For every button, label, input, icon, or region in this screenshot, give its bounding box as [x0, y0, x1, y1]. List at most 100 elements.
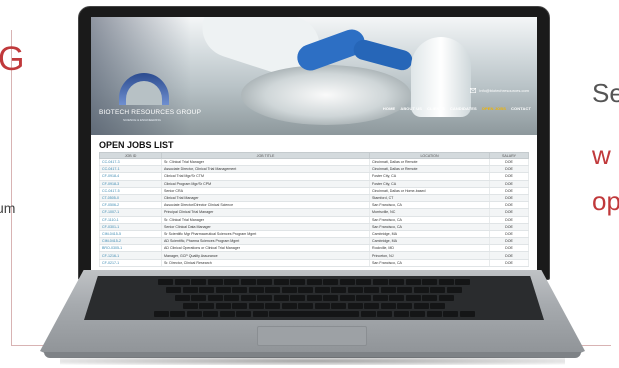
table-row[interactable]: CT-0505-0 Clinical Trial Manager Stamford,…: [99, 194, 529, 203]
table-row[interactable]: CF-0918-4 Clinical Trial Mgr/Sr CTM Foster…: [99, 172, 529, 181]
keyboard-key: [174, 295, 190, 301]
job-id-cell[interactable]: CF-0301-1: [99, 223, 162, 231]
nav-about[interactable]: ABOUT US: [400, 106, 422, 111]
location-cell: Cambridge, MA: [369, 230, 490, 239]
keyboard-key: [232, 303, 248, 309]
nav-open-jobs[interactable]: OPEN JOBS: [482, 106, 506, 111]
table-row[interactable]: CF-0217-1 Sr. Director, Clinical Research…: [99, 259, 529, 267]
keyboard-key: [364, 303, 380, 309]
table-row[interactable]: CIM-0415-5 Sr Scientific Mgr Pharmaceutic…: [99, 230, 529, 239]
keyboard-key: [281, 287, 297, 293]
keyboard-key: [257, 295, 272, 301]
location-cell: Morrisville, NC: [369, 208, 490, 217]
keyboard-key: [430, 303, 446, 309]
keyboard-key: [347, 303, 363, 309]
keyboard-key: [380, 303, 396, 309]
keyboard-key: [199, 303, 215, 309]
job-id-cell[interactable]: CF-1216-1: [99, 251, 162, 260]
keyboard-key: [298, 303, 314, 309]
job-id-cell[interactable]: BRO-0305-1: [99, 244, 162, 253]
keyboard-key: [215, 303, 231, 309]
table-row[interactable]: CF-1110-1 Sr. Clinical Trial Manager San F…: [99, 216, 529, 224]
keyboard-key: [430, 287, 446, 293]
table-row[interactable]: CIM-0415-2 AD Scientific, Pharma Sciences…: [99, 237, 529, 246]
keyboard-key: [166, 287, 182, 293]
keyboard-key: [153, 311, 169, 317]
location-cell: Rockville, MD: [369, 244, 490, 253]
location-cell: San Francisco, CA: [369, 259, 490, 267]
keyboard-key: [257, 279, 272, 285]
job-id-cell[interactable]: CF-0918-4: [99, 172, 162, 181]
nav-clients[interactable]: CLIENTS: [427, 106, 445, 111]
contact-email-link[interactable]: info@biotechresources.com: [479, 88, 529, 93]
keyboard-key: [174, 279, 190, 285]
table-row[interactable]: CC-0417-5 Senior CRA Cincinnati, Dallas or…: [99, 187, 529, 195]
job-id-cell[interactable]: CIM-0415-2: [99, 237, 162, 246]
hero-banner: BIOTECH RESOURCES GROUP SCIENCE & ENGINE…: [91, 17, 537, 135]
table-row[interactable]: CF-0506-2 Associate Director/Director Cli…: [99, 201, 529, 210]
keyboard-key: [252, 311, 268, 317]
job-id-cell[interactable]: CF-0506-2: [99, 201, 162, 210]
jobs-table-body: CC-0417-3 Sr. Clinical Trial Manager Cinci…: [99, 158, 529, 267]
table-row[interactable]: CF-0918-3 Clinical Program Mgr/Sr CPM Fost…: [99, 180, 529, 188]
keyboard-row: [84, 303, 544, 309]
table-row[interactable]: CF-1216-1 Manager, GCP Quality Assurance P…: [99, 251, 529, 260]
logo-name[interactable]: BIOTECH RESOURCES GROUP: [99, 109, 201, 116]
keyboard-key: [459, 311, 475, 317]
job-id-cell[interactable]: CF-0918-3: [99, 180, 162, 188]
keyboard-key: [413, 287, 429, 293]
job-title-cell: Sr. Director, Clinical Research: [161, 259, 370, 267]
keyboard-key: [199, 287, 215, 293]
promo-stage: G um Se w op BIOTECH RESOURCES GROUP SCI…: [0, 0, 619, 368]
page-title: OPEN JOBS LIST: [99, 140, 174, 150]
job-id-cell[interactable]: CF-1110-1: [99, 216, 162, 224]
laptop-screen: BIOTECH RESOURCES GROUP SCIENCE & ENGINE…: [91, 17, 537, 270]
job-title-cell: Manager, GCP Quality Assurance: [161, 251, 370, 260]
keyboard-key: [182, 303, 198, 309]
nav-candidates[interactable]: CANDIDATES: [450, 106, 477, 111]
keyboard-key: [306, 279, 322, 285]
keyboard-key: [372, 279, 388, 285]
job-id-cell[interactable]: CT-0505-0: [99, 194, 162, 203]
job-id-cell[interactable]: CF-1007-1: [99, 208, 162, 217]
location-cell: Cincinnati, Dallas or Remote: [369, 158, 490, 167]
nav-home[interactable]: HOME: [383, 106, 395, 111]
nav-contact[interactable]: CONTACT: [511, 106, 531, 111]
job-title-cell: Associate Director/Director Clinical Sci…: [161, 201, 370, 210]
job-title-cell: Sr Scientific Mgr Pharmaceutical Science…: [161, 230, 370, 239]
table-row[interactable]: CF-0301-1 Senior Clinical Data Manager San…: [99, 223, 529, 231]
location-cell: San Francisco, CA: [369, 223, 490, 231]
job-title-cell: Principal Clinical Trial Manager: [161, 208, 370, 217]
keyboard-key: [314, 303, 330, 309]
job-id-cell[interactable]: CC-0417-3: [99, 158, 162, 167]
salary-cell: DOE: [489, 180, 529, 188]
keyboard-key: [323, 295, 338, 301]
location-cell: Foster City, CA: [369, 180, 490, 188]
job-id-cell[interactable]: CC-0417-5: [99, 187, 162, 195]
main-nav: HOME ABOUT US CLIENTS CANDIDATES OPEN JO…: [383, 106, 531, 111]
keyboard-key: [182, 287, 198, 293]
job-id-cell[interactable]: CIM-0415-5: [99, 230, 162, 239]
keyboard-key: [438, 279, 454, 285]
top-contact-bar: info@biotechresources.com: [470, 87, 529, 94]
salary-cell: DOE: [489, 230, 529, 239]
keyboard-key: [158, 279, 173, 285]
table-row[interactable]: BRO-0305-1 AD Clinical Operations or Clin…: [99, 244, 529, 253]
table-row[interactable]: CC-0417-1 Associate Director, Clinical Tr…: [99, 165, 529, 174]
laptop-shadow: [60, 357, 565, 365]
job-id-cell[interactable]: CC-0417-1: [99, 165, 162, 174]
job-id-cell[interactable]: CF-0217-1: [99, 259, 162, 267]
keyboard-key: [372, 295, 388, 301]
keyboard-key: [455, 279, 470, 285]
keyboard-key: [426, 311, 442, 317]
table-row[interactable]: CF-1007-1 Principal Clinical Trial Manage…: [99, 208, 529, 217]
keyboard-key: [215, 287, 231, 293]
table-row[interactable]: CC-0417-3 Sr. Clinical Trial Manager Cinci…: [99, 158, 529, 167]
keyboard-key: [438, 295, 454, 301]
keyboard-key: [240, 279, 256, 285]
keyboard-key: [413, 303, 429, 309]
keyboard-key: [377, 311, 392, 317]
salary-cell: DOE: [489, 194, 529, 203]
keyboard-key: [232, 287, 248, 293]
keyboard-key: [397, 303, 413, 309]
